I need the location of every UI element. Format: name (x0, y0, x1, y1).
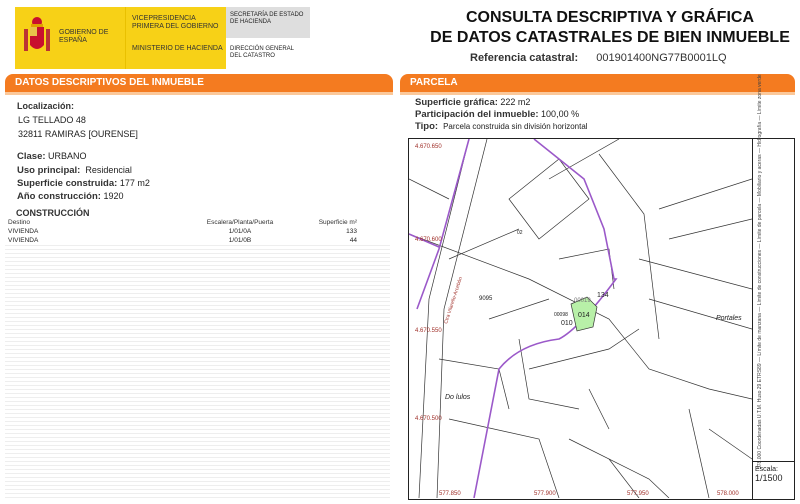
anio-label: Año construcción: (17, 191, 101, 202)
superficie-value: 177 m2 (119, 178, 150, 188)
anio-field: Año construcción: 1920 (17, 191, 123, 202)
cadastral-map[interactable]: 014 010 134 00019 9095 00098 02 Do lulos… (408, 74, 795, 500)
plot-label: 00098 (554, 312, 568, 318)
clase-field: Clase: URBANO (17, 151, 87, 162)
scale-label: Escala: (755, 466, 778, 473)
coat-of-arms-icon (24, 17, 50, 51)
participacion-value: 100,00 % (541, 109, 580, 119)
table-row: VIVIENDA 1/01/0B 44 (5, 236, 390, 245)
col-superficie: Superficie m² (318, 219, 357, 226)
superficie-field: Superficie construida: 177 m2 (17, 178, 150, 189)
parcela-header: PARCELA (400, 74, 795, 92)
legend-text: 578.000 Coordenadas U.T.M. Huso 29 ETRS8… (757, 74, 763, 469)
descriptive-header: DATOS DESCRIPTIVOS DEL INMUEBLE (5, 74, 393, 92)
title-line-2: DE DATOS CATASTRALES DE BIEN INMUEBLE (430, 29, 790, 46)
col-escalera: Escalera/Planta/Puerta (206, 219, 274, 226)
ref-value: 001901400NG77B0001LQ (596, 52, 727, 64)
sup-grafica-field: Superficie gráfica: 222 m2 (415, 97, 530, 108)
participacion-field: Participación del inmueble: 100,00 % (415, 109, 579, 120)
uso-value: Residencial (85, 165, 132, 175)
cell-destino: VIVIENDA (8, 228, 39, 235)
x-coord-label: 577.900 (534, 491, 556, 497)
tipo-value: Parcela construida sin división horizont… (443, 122, 588, 131)
gobierno-text: GOBIERNO DE ESPAÑA (59, 29, 109, 44)
table-row: VIVIENDA 1/01/0A 133 (5, 227, 390, 236)
place-label: Do lulos (445, 394, 471, 401)
secretaria-text: SECRETARÍA DE ESTADO DE HACIENDA (226, 7, 310, 38)
cell-superficie: 133 (346, 228, 357, 235)
page-title: CONSULTA DESCRIPTIVA Y GRÁFICA DE DATOS … (410, 8, 800, 48)
clase-label: Clase: (17, 151, 46, 162)
plot-label: 014 (578, 312, 590, 319)
plot-label: 00019 (574, 298, 591, 304)
vicepresidencia-text: VICEPRESIDENCIA PRIMERA DEL GOBIERNO (132, 15, 219, 30)
address-line-1: LG TELLADO 48 (18, 115, 86, 125)
place-label: Portales (716, 315, 742, 322)
scale-value: 1/1500 (755, 473, 783, 483)
localizacion-label: Localización: (17, 101, 75, 111)
uso-label: Uso principal: (17, 165, 81, 176)
ref-label: Referencia catastral: (470, 52, 579, 64)
cell-superficie: 44 (349, 237, 357, 244)
tipo-label: Tipo: (415, 121, 439, 132)
x-coord-label: 578.000 (717, 491, 739, 497)
plot-label: 134 (597, 292, 609, 299)
y-coord-label: 4.670.500 (415, 416, 442, 422)
tipo-field: Tipo: Parcela construida sin división ho… (415, 121, 588, 132)
x-coord-label: 577.950 (627, 491, 649, 497)
map-drawing: 014 010 134 00019 9095 00098 02 Do lulos… (409, 139, 752, 498)
plot-label: 02 (517, 230, 523, 236)
cell-escalera: 1/01/0B (228, 237, 252, 244)
map-legend: 578.000 Coordenadas U.T.M. Huso 29 ETRS8… (752, 74, 794, 499)
ministerio-text: MINISTERIO DE HACIENDA (132, 45, 223, 52)
direccion-text: DIRECCIÓN GENERAL DEL CATASTRO (230, 46, 294, 59)
superficie-label: Superficie construida: (17, 178, 118, 189)
plot-label: 9095 (479, 296, 493, 302)
x-coord-label: 577.850 (439, 491, 461, 497)
divider (400, 92, 795, 95)
y-coord-label: 4.670.650 (415, 144, 442, 150)
uso-field: Uso principal: Residencial (17, 165, 132, 176)
divider (5, 92, 393, 95)
construccion-title: CONSTRUCCIÓN (16, 208, 90, 218)
address-line-2: 32811 RAMIRAS [OURENSE] (18, 129, 138, 139)
y-coord-label: 4.670.600 (415, 237, 442, 243)
scale-box: Escala: 1/1500 (753, 461, 794, 499)
table-header: Destino Escalera/Planta/Puerta Superfici… (5, 218, 390, 227)
plot-label: 010 (561, 320, 573, 327)
cell-destino: VIVIENDA (8, 237, 39, 244)
cell-escalera: 1/01/0A (228, 228, 252, 235)
col-destino: Destino (8, 219, 31, 226)
anio-value: 1920 (103, 191, 124, 201)
participacion-label: Participación del inmueble: (415, 109, 539, 120)
referencia-catastral: Referencia catastral: 001901400NG77B0001L… (470, 52, 727, 64)
construccion-table: Destino Escalera/Planta/Puerta Superfici… (5, 218, 390, 500)
sup-grafica-label: Superficie gráfica: (415, 97, 498, 108)
government-logo: GOBIERNO DE ESPAÑA VICEPRESIDENCIA PRIME… (15, 7, 310, 69)
y-coord-label: 4.670.550 (415, 328, 442, 334)
sup-grafica-value: 222 m2 (500, 97, 531, 107)
clase-value: URBANO (48, 151, 87, 161)
title-line-1: CONSULTA DESCRIPTIVA Y GRÁFICA (465, 9, 754, 26)
